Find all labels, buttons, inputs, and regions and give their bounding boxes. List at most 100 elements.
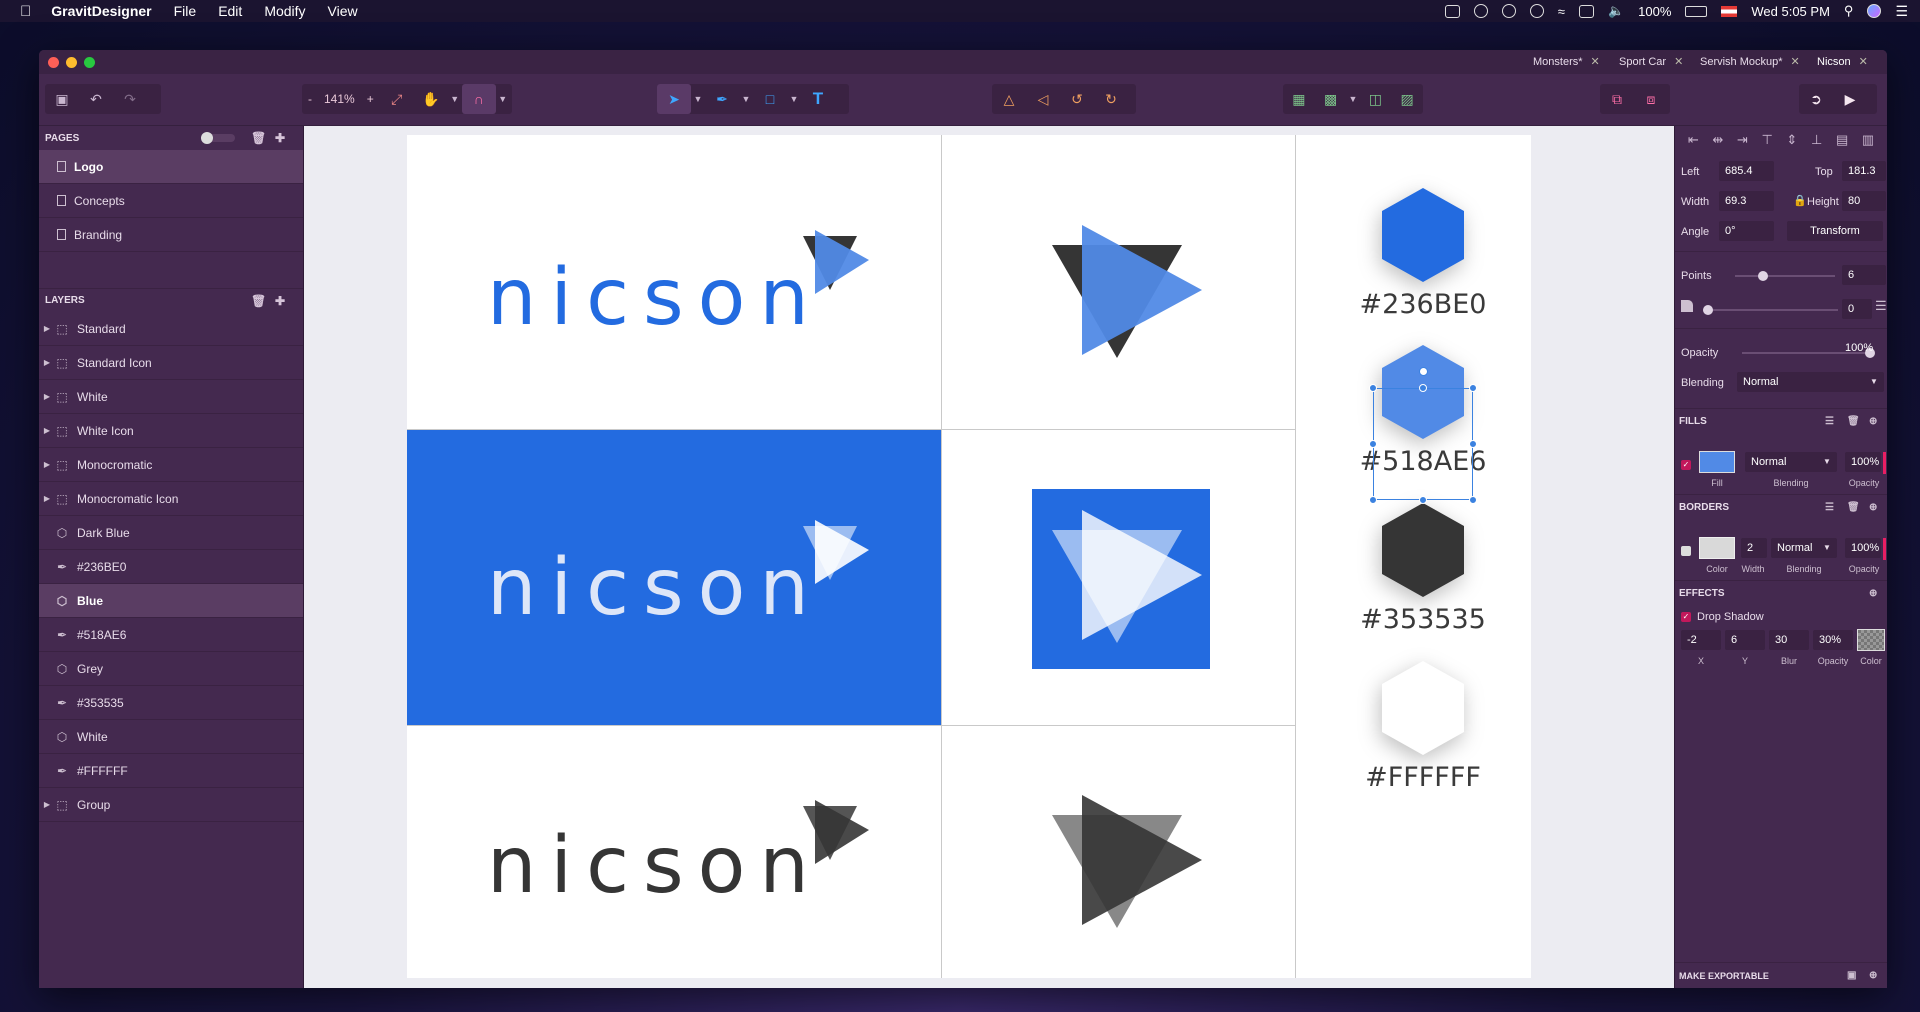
tab-servish-mockup[interactable]: Servish Mockup* ✕ [1700, 54, 1800, 70]
layer-item[interactable]: ▶ ⬚ White [39, 380, 303, 414]
layer-item[interactable]: ▶ ⬚ Standard [39, 312, 303, 346]
points-slider[interactable] [1735, 275, 1835, 277]
selection-bounding-box[interactable] [1373, 388, 1473, 500]
battery-percent[interactable]: 100% [1638, 4, 1671, 19]
duplicate-icon[interactable]: ⧉ [1600, 84, 1634, 114]
zoom-out-button[interactable]: - [302, 92, 318, 106]
transform-button[interactable]: Transform [1787, 221, 1883, 241]
delete-layer-icon[interactable]: 🗑 [251, 294, 266, 308]
delete-page-icon[interactable]: 🗑 [251, 131, 266, 145]
expand-caret-icon[interactable]: ▶ [41, 358, 53, 367]
page-item[interactable]: Logo [39, 150, 303, 184]
airplay-icon[interactable] [1578, 4, 1594, 18]
rectangle-tool-icon[interactable]: □ [753, 84, 787, 114]
layer-item[interactable]: ✒ #518AE6 [39, 618, 303, 652]
chevron-down-icon[interactable]: ▼ [739, 94, 753, 104]
hexagon-swatch[interactable] [1373, 658, 1473, 763]
rotate-left-icon[interactable]: ↺ [1060, 84, 1094, 114]
zoom-level[interactable]: 141% [318, 92, 361, 106]
resize-handle[interactable] [1419, 496, 1427, 504]
border-color-swatch[interactable] [1699, 537, 1735, 559]
mask-icon[interactable]: ▨ [1391, 84, 1423, 114]
layer-item[interactable]: ▶ ⬚ White Icon [39, 414, 303, 448]
notification-center-icon[interactable]: ☰ [1895, 3, 1908, 20]
snap-magnet-icon[interactable]: ∩ [461, 84, 496, 114]
fill-opacity-field[interactable]: 100% [1845, 452, 1881, 472]
hexagon-swatch[interactable] [1373, 500, 1473, 605]
delete-fill-icon[interactable]: 🗑 [1847, 409, 1860, 435]
layer-item[interactable]: ⬡ Blue [39, 584, 303, 618]
corner-field[interactable]: 0 [1842, 299, 1872, 319]
drop-shadow-checkbox[interactable]: ✓ [1681, 612, 1691, 622]
expand-caret-icon[interactable]: ▶ [41, 460, 53, 469]
angle-field[interactable]: 0° [1719, 221, 1774, 241]
spotlight-search-icon[interactable]: ⚲ [1844, 3, 1854, 19]
shadow-x-field[interactable]: -2 [1681, 630, 1721, 650]
border-enabled-checkbox[interactable] [1681, 546, 1691, 556]
blending-select[interactable]: Normal [1737, 372, 1884, 392]
resize-handle[interactable] [1369, 496, 1377, 504]
resize-handle[interactable] [1369, 440, 1377, 448]
fill-color-swatch[interactable] [1699, 451, 1735, 473]
expand-caret-icon[interactable]: ▶ [41, 392, 53, 401]
maximize-window-button[interactable] [84, 57, 95, 68]
copy-style-icon[interactable]: ⧈ [1634, 84, 1668, 114]
add-export-icon[interactable]: ⊕ [1869, 963, 1877, 988]
rotation-handle[interactable] [1419, 367, 1428, 376]
close-tab-icon[interactable]: ✕ [1859, 56, 1868, 68]
clock[interactable]: Wed 5:05 PM [1751, 4, 1830, 19]
expand-caret-icon[interactable]: ▶ [41, 494, 53, 503]
group-icon[interactable]: ▦ [1283, 84, 1315, 114]
siri-icon[interactable] [1867, 4, 1882, 18]
flip-vertical-icon[interactable]: ◁ [1026, 84, 1060, 114]
redo-icon[interactable]: ↷ [113, 84, 147, 114]
menu-view[interactable]: View [328, 3, 358, 19]
resize-handle[interactable] [1469, 384, 1477, 392]
expand-caret-icon[interactable]: ▶ [41, 426, 53, 435]
make-exportable-header[interactable]: MAKE EXPORTABLE ▣ ⊕ [1675, 962, 1887, 988]
align-center-icon[interactable]: ⇹ [1712, 132, 1723, 148]
resize-handle[interactable] [1369, 384, 1377, 392]
flip-horizontal-icon[interactable]: △ [992, 84, 1026, 114]
border-settings-icon[interactable]: ☰ [1825, 495, 1834, 521]
apple-icon[interactable]:  [20, 3, 31, 20]
height-field[interactable]: 80 [1842, 191, 1886, 211]
layer-item[interactable]: ✒ #236BE0 [39, 550, 303, 584]
page-item[interactable]: Concepts [39, 184, 303, 218]
distribute-v-icon[interactable]: ▥ [1862, 132, 1874, 148]
top-field[interactable]: 181.3 [1842, 161, 1886, 181]
close-tab-icon[interactable]: ✕ [1674, 56, 1683, 68]
lock-aspect-icon[interactable]: 🔒 [1793, 194, 1807, 207]
close-tab-icon[interactable]: ✕ [1591, 56, 1600, 68]
minimize-window-button[interactable] [66, 57, 77, 68]
undo-icon[interactable]: ↶ [79, 84, 113, 114]
fill-settings-icon[interactable]: ☰ [1825, 409, 1834, 435]
corner-settings-icon[interactable]: ☰ [1875, 298, 1887, 314]
arrange-icon[interactable]: ▩ [1315, 84, 1347, 114]
layer-item[interactable]: ✒ #FFFFFF [39, 754, 303, 788]
opacity-field[interactable]: 100% [1845, 342, 1873, 354]
time-machine-icon[interactable] [1529, 4, 1544, 18]
chevron-down-icon[interactable]: ▼ [787, 94, 801, 104]
add-page-icon[interactable]: ✚ [275, 131, 285, 145]
battery-icon[interactable] [1685, 5, 1708, 17]
chevron-down-icon[interactable]: ▼ [496, 94, 510, 104]
delete-border-icon[interactable]: 🗑 [1847, 495, 1860, 521]
flag-icon[interactable] [1721, 5, 1738, 17]
align-right-icon[interactable]: ⇥ [1737, 132, 1748, 148]
border-width-field[interactable]: 2 [1741, 538, 1767, 558]
menu-modify[interactable]: Modify [264, 3, 305, 19]
align-top-icon[interactable]: ⊤ [1761, 132, 1772, 148]
left-field[interactable]: 685.4 [1719, 161, 1774, 181]
tab-nicson[interactable]: Nicson ✕ [1817, 54, 1868, 70]
shadow-opacity-field[interactable]: 30% [1813, 630, 1853, 650]
corner-type-icon[interactable] [1681, 300, 1693, 312]
layer-item[interactable]: ▶ ⬚ Group [39, 788, 303, 822]
fit-screen-icon[interactable]: ⤢ [380, 84, 414, 114]
status-check-icon[interactable] [1444, 4, 1460, 18]
layer-item[interactable]: ▶ ⬚ Standard Icon [39, 346, 303, 380]
resize-handle[interactable] [1469, 440, 1477, 448]
rotate-right-icon[interactable]: ↻ [1094, 84, 1128, 114]
volume-icon[interactable]: 🔈 [1608, 3, 1624, 19]
app-menu[interactable]: GravitDesigner [51, 3, 151, 19]
